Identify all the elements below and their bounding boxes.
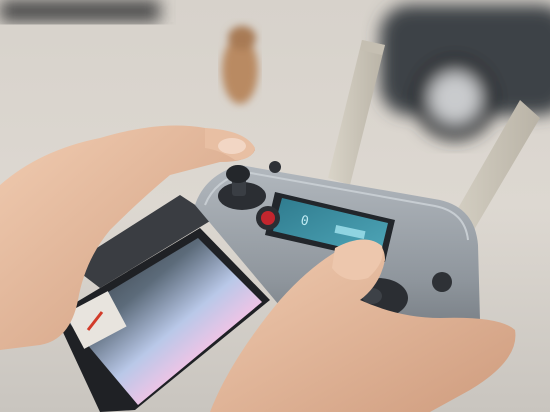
red-power-button[interactable] [256, 206, 280, 230]
photo-canvas: 0 [0, 0, 550, 412]
top-left-button[interactable] [269, 161, 281, 173]
drone-controller-photo: 0 [0, 0, 550, 412]
blurred-vehicle-left [0, 0, 160, 22]
left-thumbnail [218, 138, 246, 154]
right-function-button[interactable] [432, 272, 452, 292]
